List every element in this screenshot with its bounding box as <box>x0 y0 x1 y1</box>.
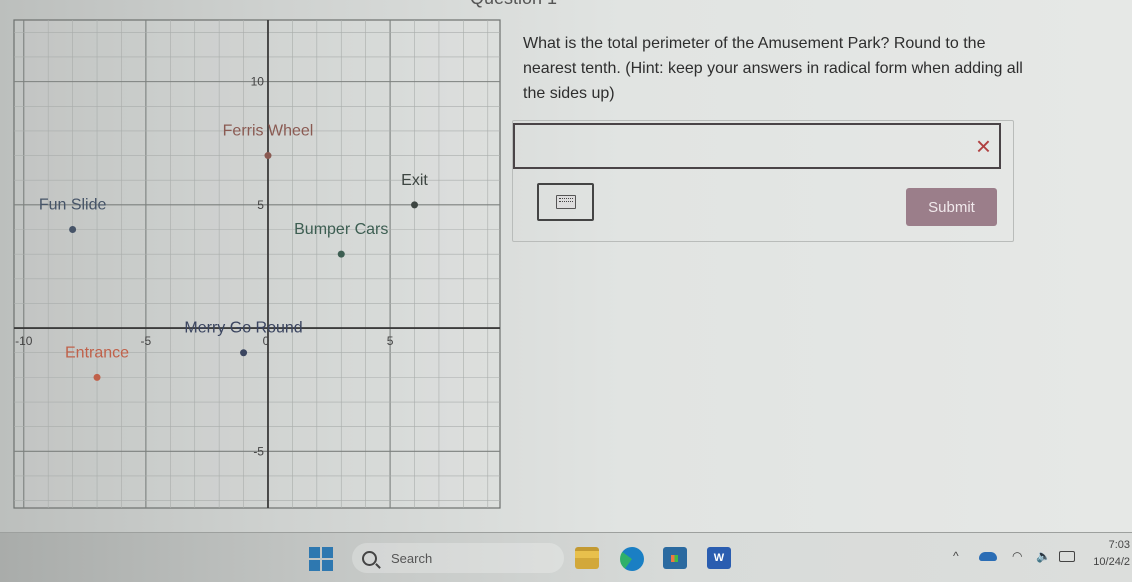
word-icon[interactable]: W <box>707 547 731 569</box>
windows-start-icon[interactable] <box>309 547 333 571</box>
y-tick-label: -5 <box>253 444 264 458</box>
question-text: What is the total perimeter of the Amuse… <box>523 35 1023 102</box>
answer-input[interactable]: × <box>513 123 1001 169</box>
x-tick-label: -10 <box>15 334 33 348</box>
point-label: Bumper Cars <box>294 221 388 238</box>
point-label: Exit <box>401 172 428 189</box>
point-entrance <box>93 373 101 381</box>
edge-icon[interactable] <box>620 547 644 571</box>
y-tick-label: 5 <box>257 198 264 212</box>
battery-icon[interactable] <box>1059 551 1075 562</box>
clock[interactable]: 7:03 10/24/2 <box>1093 537 1130 571</box>
keyboard-button[interactable] <box>537 183 594 221</box>
volume-icon[interactable]: 🔈 <box>1036 549 1051 563</box>
coordinate-graph: -10 -5 0 5 10 5 -5 Ferris Wheel Exit Fun Slide Bum… <box>0 0 520 520</box>
point-label: Ferris Wheel <box>223 123 314 140</box>
search-label: Search <box>391 550 433 566</box>
y-tick-label: 10 <box>251 75 265 89</box>
point-merry-go-round <box>240 349 248 357</box>
submit-button[interactable]: Submit <box>906 188 997 226</box>
taskbar: Search W ^ ◠ 🔈 7:03 10/24/2 <box>0 532 1132 582</box>
x-tick-label: 5 <box>387 334 394 348</box>
point-bumper-cars <box>337 250 345 258</box>
clock-date: 10/24/2 <box>1093 556 1130 568</box>
point-label: Merry Go Round <box>184 320 302 337</box>
point-label: Entrance <box>65 344 129 361</box>
onedrive-icon[interactable] <box>979 552 997 561</box>
taskbar-search[interactable]: Search <box>352 543 564 573</box>
clear-icon[interactable]: × <box>976 131 991 161</box>
point-exit <box>411 201 419 209</box>
keyboard-icon <box>555 195 576 209</box>
tray-chevron-icon[interactable]: ^ <box>953 549 959 563</box>
x-tick-label: -5 <box>141 334 152 348</box>
graph-frame <box>13 19 501 509</box>
point-ferris-wheel <box>264 152 272 160</box>
point-fun-slide <box>69 225 77 233</box>
point-label: Fun Slide <box>39 196 107 213</box>
graph-svg: -10 -5 0 5105-5Ferris WheelExitFun SlideBum… <box>13 19 501 509</box>
microsoft-store-icon[interactable] <box>663 547 687 569</box>
file-explorer-icon[interactable] <box>575 547 599 569</box>
wifi-icon[interactable]: ◠ <box>1012 549 1022 563</box>
search-icon <box>362 550 377 566</box>
clock-time: 7:03 <box>1108 539 1130 551</box>
